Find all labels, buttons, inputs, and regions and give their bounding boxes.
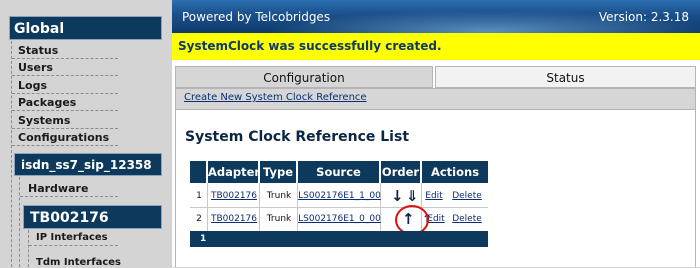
- sidebar-config-name[interactable]: isdn_ss7_sip_12358: [14, 153, 162, 176]
- type-cell: Trunk: [266, 191, 292, 201]
- row-index: 1: [196, 191, 202, 201]
- down-arrow-icon[interactable]: ↓: [391, 188, 404, 204]
- sidebar: Global Status Users Logs Packages System…: [0, 0, 172, 268]
- edit-link[interactable]: Edit: [427, 214, 444, 224]
- tree-line: [28, 230, 29, 267]
- sidebar-item-configurations[interactable]: Configurations: [18, 131, 109, 144]
- table-footer: 1: [190, 231, 488, 247]
- delete-link[interactable]: Delete: [452, 191, 482, 201]
- create-clock-reference-link[interactable]: Create New System Clock Reference: [184, 92, 367, 103]
- sidebar-item-systems[interactable]: Systems: [18, 114, 70, 127]
- divider: [12, 145, 118, 146]
- main-panel: Powered by Telcobridges Version: 2.3.18 …: [172, 0, 700, 267]
- column-header-source: Source: [298, 161, 381, 183]
- divider: [12, 75, 118, 76]
- row-index: 2: [196, 214, 202, 224]
- column-header-order: Order: [381, 161, 422, 183]
- sidebar-global-header[interactable]: Global: [9, 16, 162, 40]
- column-header-type: Type: [260, 161, 298, 183]
- powered-by-text: Powered by Telcobridges: [182, 10, 331, 24]
- sidebar-item-packages[interactable]: Packages: [18, 96, 76, 109]
- sidebar-item-status[interactable]: Status: [18, 44, 58, 57]
- divider: [12, 110, 118, 111]
- adapter-link[interactable]: TB002176: [211, 214, 257, 224]
- success-notice: SystemClock was successfully created.: [172, 33, 700, 60]
- divider: [12, 58, 118, 59]
- divider: [12, 93, 118, 94]
- subnav-bar: Create New System Clock Reference: [175, 88, 696, 110]
- sidebar-item-logs[interactable]: Logs: [18, 79, 47, 92]
- tab-status[interactable]: Status: [435, 66, 696, 88]
- sidebar-item-tdm-interfaces[interactable]: Tdm Interfaces: [36, 257, 121, 268]
- clock-reference-table: Adapter Type Source Order Actions 1 TB00…: [190, 161, 488, 247]
- sidebar-item-users[interactable]: Users: [18, 61, 53, 74]
- version-text: Version: 2.3.18: [598, 10, 689, 24]
- tree-line: [19, 177, 20, 267]
- header-banner: Powered by Telcobridges Version: 2.3.18: [172, 0, 700, 33]
- sidebar-item-ip-interfaces[interactable]: IP Interfaces: [36, 232, 108, 243]
- divider: [29, 245, 118, 246]
- type-cell: Trunk: [266, 214, 292, 224]
- source-link[interactable]: LS002176E1_0_00: [298, 214, 381, 224]
- sidebar-item-hardware[interactable]: Hardware: [28, 182, 88, 195]
- divider: [12, 128, 118, 129]
- column-header-index: [190, 161, 208, 183]
- page-title: System Clock Reference List: [185, 129, 410, 145]
- tab-configuration[interactable]: Configuration: [175, 66, 433, 88]
- source-link[interactable]: LS002176E1_1_00: [298, 191, 381, 201]
- divider: [20, 196, 118, 197]
- column-header-actions: Actions: [422, 161, 488, 183]
- column-header-adapter: Adapter: [208, 161, 260, 183]
- delete-link[interactable]: Delete: [452, 214, 482, 224]
- sidebar-adapter-name[interactable]: TB002176: [23, 205, 162, 229]
- double-down-arrow-icon[interactable]: ⇓: [406, 188, 419, 204]
- edit-link[interactable]: Edit: [425, 191, 442, 201]
- adapter-link[interactable]: TB002176: [211, 191, 257, 201]
